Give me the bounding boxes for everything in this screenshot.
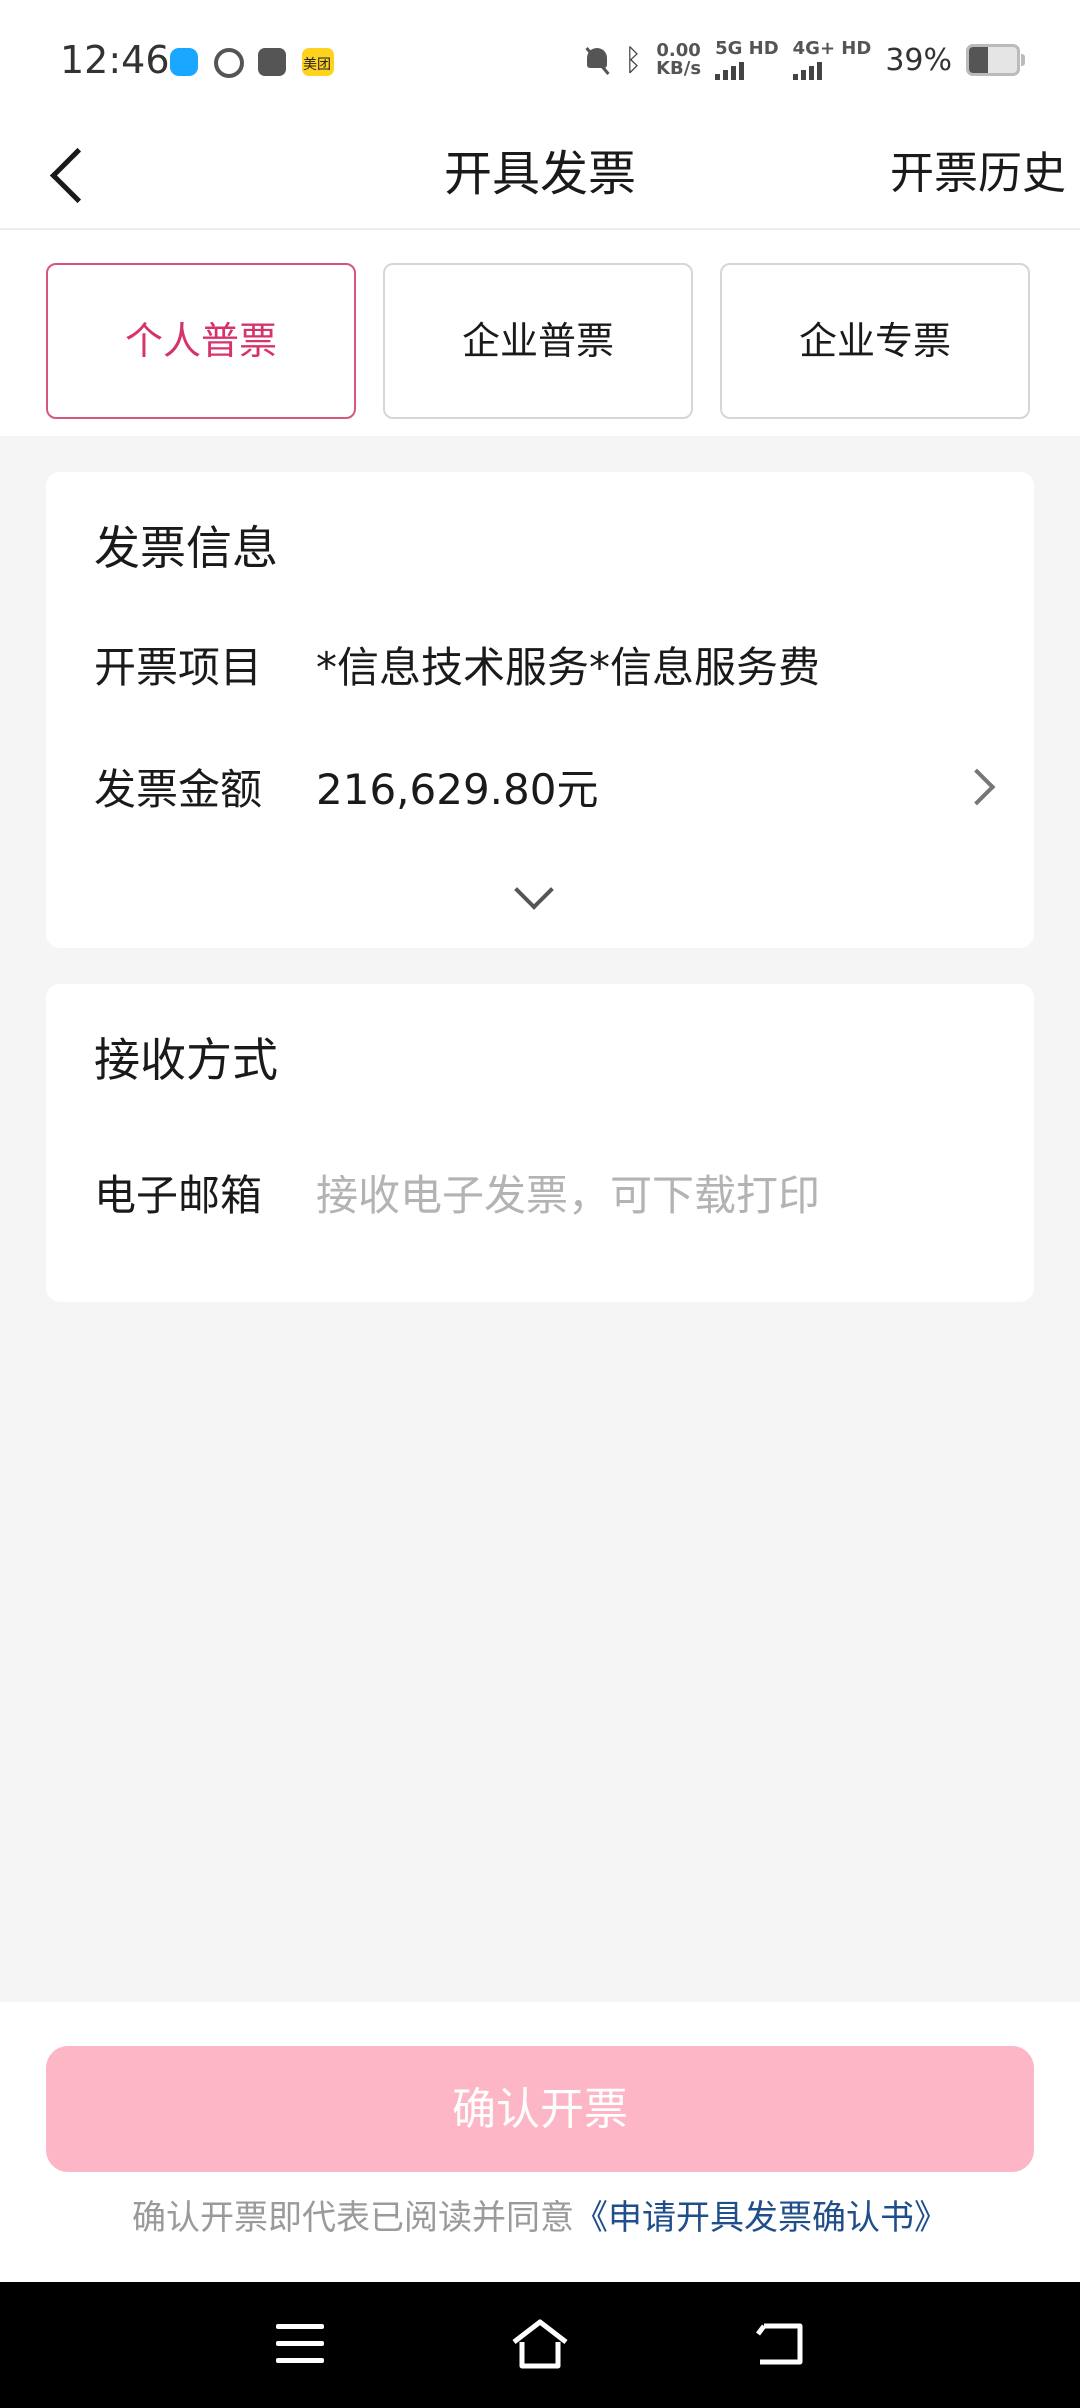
home-icon[interactable] [510, 2318, 570, 2370]
status-time: 12:46 [60, 38, 170, 82]
invoice-info-title: 发票信息 [94, 521, 278, 575]
net-speed-unit: KB/s [656, 58, 702, 79]
signal-icon [715, 58, 779, 80]
menu-icon[interactable] [276, 2324, 324, 2364]
sim2-label: 4G+ HD [792, 38, 872, 59]
invoice-amount-value[interactable]: 216,629.80元 [316, 756, 598, 817]
status-bar: 12:46 美团 ᛒ 0.00 KB/s 5G HD 4G+ HD 39% [0, 0, 1080, 120]
sim1-label: 5G HD [715, 38, 779, 59]
meituan-badge-text: 美团 [303, 57, 331, 73]
bluetooth-icon: ᛒ [624, 42, 643, 78]
battery-text: 39% [885, 42, 952, 78]
mute-icon [584, 46, 610, 74]
chevron-down-icon[interactable] [514, 870, 554, 910]
meituan-app-icon: 美团 [302, 48, 334, 76]
video-app-icon [258, 48, 286, 76]
agreement-link[interactable]: 《申请开具发票确认书》 [574, 2198, 948, 2238]
agreement-line: 确认开票即代表已阅读并同意《申请开具发票确认书》 [0, 2190, 1080, 2239]
tab-personal-invoice[interactable]: 个人普票 [46, 263, 356, 419]
invoice-info-card: 发票信息 开票项目 *信息技术服务*信息服务费 发票金额 216,629.80元 [46, 472, 1034, 948]
email-label: 电子邮箱 [94, 1171, 263, 1220]
chevron-right-icon[interactable] [958, 768, 996, 806]
battery-level [969, 47, 988, 73]
status-right-group: ᛒ 0.00 KB/s 5G HD 4G+ HD 39% [584, 38, 1025, 80]
confirm-invoice-button[interactable]: 确认开票 [46, 2046, 1034, 2172]
tab-business-general-invoice[interactable]: 企业普票 [383, 263, 693, 419]
sim2-signal: 4G+ HD [792, 38, 872, 80]
invoice-history-button[interactable]: 开票历史 [890, 132, 1066, 216]
receive-method-card: 接收方式 电子邮箱 接收电子发票，可下载打印 [46, 984, 1034, 1302]
invoice-item-label: 开票项目 [94, 643, 263, 692]
invoice-amount-label: 发票金额 [94, 765, 263, 814]
sim1-signal: 5G HD [715, 40, 779, 80]
email-input[interactable]: 接收电子发票，可下载打印 [316, 1162, 820, 1223]
system-nav-bar [0, 2282, 1080, 2408]
app-header: 开具发票 开票历史 [0, 120, 1080, 230]
battery-icon [966, 44, 1025, 76]
net-speed: 0.00 KB/s [656, 42, 701, 78]
notification-app-icon [170, 48, 198, 76]
receive-method-title: 接收方式 [94, 1033, 278, 1087]
invoice-type-tabs: 个人普票 企业普票 企业专票 [0, 230, 1080, 436]
back-icon[interactable] [756, 2320, 808, 2368]
invoice-item-value: *信息技术服务*信息服务费 [316, 643, 821, 692]
signal-icon [792, 58, 872, 80]
agreement-text: 确认开票即代表已阅读并同意 [132, 2198, 574, 2238]
bottom-action-area: 确认开票 确认开票即代表已阅读并同意《申请开具发票确认书》 [0, 2002, 1080, 2282]
notification-app-icon [214, 48, 244, 78]
tab-business-special-invoice[interactable]: 企业专票 [720, 263, 1030, 419]
